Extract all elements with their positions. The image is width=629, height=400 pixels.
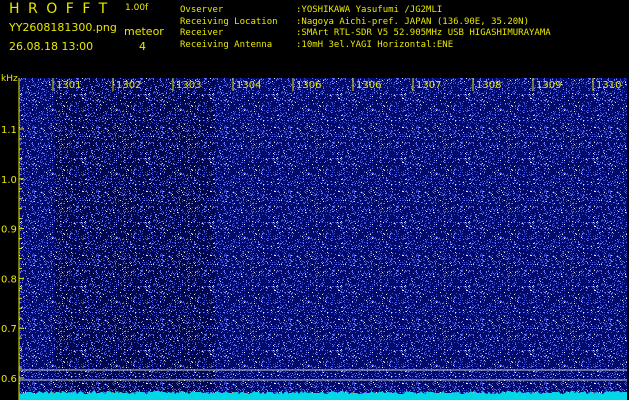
y-tick-label: 0.8 bbox=[1, 274, 17, 285]
x-tick-label: 1308 bbox=[476, 80, 501, 91]
x-tick-label: 1304 bbox=[236, 80, 261, 91]
x-tick-label: 1307 bbox=[416, 80, 441, 91]
info-key: Receiver bbox=[180, 28, 224, 38]
meteor-label: meteor bbox=[124, 25, 164, 38]
y-tick-label: 0.9 bbox=[1, 225, 17, 236]
info-key: Receiving Antenna bbox=[180, 39, 273, 50]
y-tick-label: 1.0 bbox=[1, 175, 17, 186]
signal-baseline bbox=[19, 391, 627, 400]
info-value: :YOSHIKAWA Yasufumi /JG2MLI bbox=[296, 5, 443, 15]
x-tick-label: 1303 bbox=[176, 80, 201, 91]
info-value: :10mH 3el.YAGI Horizontal:ENE bbox=[296, 39, 454, 50]
x-tick-label: 1301 bbox=[56, 80, 81, 91]
info-key: Receiving Location bbox=[180, 16, 278, 27]
y-tick-label: 0.6 bbox=[1, 374, 17, 385]
y-axis-unit: kHz bbox=[1, 74, 18, 84]
y-tick-label: 0.7 bbox=[1, 324, 17, 335]
x-tick-label: 1310 bbox=[596, 80, 621, 91]
x-tick-label: 1306 bbox=[296, 80, 321, 91]
spectrogram-noise bbox=[19, 78, 627, 400]
info-key: Ovserver bbox=[180, 5, 224, 15]
file-name: YY2608181300.png bbox=[9, 21, 117, 34]
app-version: 1.00f bbox=[125, 3, 149, 13]
y-tick-label: 1.1 bbox=[1, 125, 17, 136]
spectrogram: 1301 1302 1303 1304 1306 1306 1307 1308 1309 1310… bbox=[1, 78, 627, 400]
x-tick-label: 1309 bbox=[536, 80, 561, 91]
app-title: HROFFT bbox=[9, 1, 116, 17]
spectrogram-panel: 1301 1302 1303 1304 1306 1306 1307 1308 1309 1310… bbox=[0, 72, 629, 400]
info-value: :SMArt RTL-SDR V5 52.905MHz USB HIGASHIM… bbox=[296, 28, 551, 38]
info-value: :Nagoya Aichi-pref. JAPAN (136.90E, 35.2… bbox=[296, 16, 529, 27]
header-panel: HROFFT 1.00f YY2608181300.png 26.08.18 1… bbox=[0, 0, 629, 72]
date-time: 26.08.18 13:00 bbox=[9, 40, 94, 53]
x-tick-label: 1306 bbox=[356, 80, 381, 91]
x-tick-label: 1302 bbox=[116, 80, 141, 91]
meteor-count: 4 bbox=[139, 40, 146, 53]
